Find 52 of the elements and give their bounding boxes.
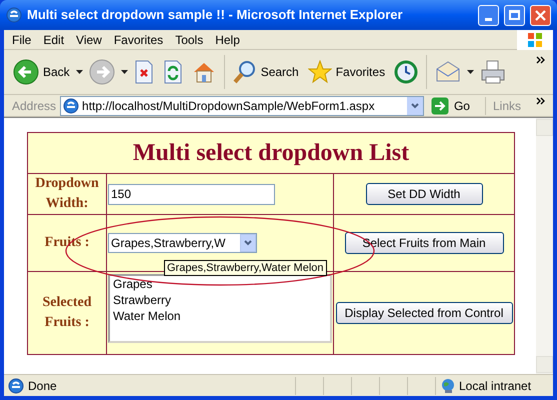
tooltip: Grapes,Strawberry,Water Melon	[164, 260, 326, 276]
list-item[interactable]: Strawberry	[113, 292, 327, 308]
chevron-icon[interactable]	[536, 97, 545, 105]
maximize-button[interactable]	[504, 4, 525, 26]
menu-item[interactable]: Tools	[170, 30, 208, 48]
minimize-button[interactable]	[478, 4, 499, 26]
search-button[interactable]: Search	[230, 54, 302, 90]
field-label: Dropdown Width:	[34, 175, 100, 213]
chevron-down-icon	[410, 102, 419, 108]
globe-icon	[440, 378, 456, 394]
caret-icon[interactable]	[76, 70, 83, 74]
arrow-right-icon	[430, 96, 449, 114]
search-icon	[232, 60, 257, 84]
window-title: Multi select dropdown sample !! - Microsoft Internet Explorer	[27, 6, 404, 24]
browser-icon	[6, 7, 22, 23]
selected-fruits-list[interactable]: Grapes Strawberry Water Melon	[108, 274, 332, 343]
chevron-icon[interactable]	[536, 56, 545, 64]
caret-icon[interactable]	[120, 70, 128, 74]
chevron-down-icon	[244, 240, 252, 246]
envelope-icon	[435, 60, 462, 84]
star-icon	[308, 60, 332, 84]
menu-item[interactable]: View	[71, 30, 107, 48]
close-icon	[535, 10, 546, 20]
page-icon	[63, 98, 80, 114]
menu-item[interactable]: Help	[210, 30, 245, 48]
house-icon	[192, 60, 216, 84]
close-button[interactable]	[530, 4, 551, 26]
list-item[interactable]: Grapes	[113, 276, 327, 292]
menu-item[interactable]: Edit	[38, 30, 70, 48]
clock-icon	[394, 60, 418, 84]
menu-item[interactable]: File	[7, 30, 36, 48]
stop-icon	[134, 60, 154, 84]
windows-flag-icon	[517, 30, 553, 50]
favorites-button[interactable]: Favorites	[304, 54, 388, 90]
address-field[interactable]: http://localhost/MultiDropdownSample/WebForm1.aspx	[60, 96, 424, 116]
zone-text: Local intranet	[459, 378, 532, 394]
caret-icon[interactable]	[467, 70, 474, 74]
page-icon	[8, 378, 24, 394]
width-input[interactable]: 150	[108, 184, 275, 204]
fruits-dropdown[interactable]: Grapes,Strawberry,W	[108, 233, 257, 253]
form-button[interactable]: Set DD Width	[366, 183, 482, 205]
status-text: Done	[28, 378, 58, 394]
printer-icon	[480, 60, 506, 84]
field-label: Selected Fruits :	[42, 294, 92, 332]
go-button[interactable]: Go	[428, 96, 473, 114]
list-item[interactable]: Water Melon	[113, 308, 327, 324]
refresh-icon	[162, 60, 183, 84]
form-button[interactable]: Display Selected from Control	[336, 302, 512, 324]
back-button[interactable]: Back	[10, 54, 73, 90]
menu-item[interactable]: Favorites	[108, 30, 168, 48]
page-heading: Multi select dropdown List	[132, 139, 410, 168]
address-label: Address	[12, 98, 56, 114]
